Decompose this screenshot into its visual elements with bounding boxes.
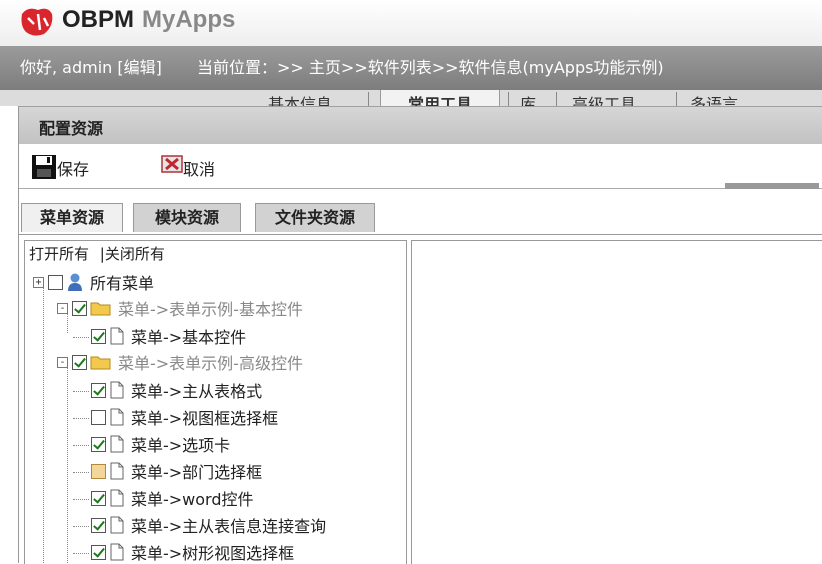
folder-icon [90,356,111,370]
tree-leaf: 菜单->基本控件 [91,325,246,347]
top-brand-bar: OBPM MyApps [0,0,822,46]
floppy-disk-icon [32,155,56,179]
document-icon [110,435,124,453]
tree-node-label[interactable]: 菜单->主从表格式 [131,378,262,402]
tree-node-label[interactable]: 菜单->树形视图选择框 [131,540,294,564]
tree-node-label[interactable]: 菜单->基本控件 [131,324,246,348]
tree-connector [67,367,68,564]
tree-checkbox[interactable] [91,544,106,560]
tree-node-label[interactable]: 菜单->表单示例-高级控件 [118,350,303,374]
tree-node-label[interactable]: 菜单->表单示例-基本控件 [118,296,303,320]
tab-menu-resources[interactable]: 菜单资源 [21,203,123,232]
document-icon [110,489,124,507]
tree-checkbox[interactable] [91,490,106,506]
tree-leaf: 菜单->树形视图选择框 [91,541,294,563]
resource-tabs: 菜单资源 模块资源 文件夹资源 [19,200,822,235]
tree-connector [73,499,89,500]
tab-multi-language[interactable]: 多语言 [690,90,738,106]
tree-toolbar: 打开所有 |关闭所有 [29,243,165,264]
tree-checkbox[interactable] [91,463,106,479]
tree-connector [73,445,89,446]
tab-common-tools[interactable]: 常用工具 [380,90,500,106]
tree-checkbox[interactable] [91,409,106,425]
open-all-link[interactable]: 打开所有 [29,245,89,263]
tree-leaf: 菜单->主从表信息连接查询 [91,514,326,536]
breadcrumb: 当前位置：>> 主页>>软件列表>>软件信息(myApps功能示例) [197,58,664,77]
collapse-toggle[interactable]: - [57,356,68,368]
expand-toggle[interactable]: + [33,276,44,288]
cancel-button[interactable]: 取消 [161,150,215,180]
document-icon [110,543,124,561]
close-all-link[interactable]: 关闭所有 [105,245,165,263]
tree-connector [43,277,44,564]
tree-root: + 所有菜单 [33,271,154,293]
tree-connector [73,337,89,338]
tree-checkbox[interactable] [91,328,106,344]
tab-separator [368,92,369,106]
resource-detail-panel [411,240,822,564]
collapse-toggle[interactable]: - [57,302,68,314]
info-bar: 你好, admin [编辑] 当前位置：>> 主页>>软件列表>>软件信息(my… [0,46,822,90]
top-tab-strip: 基本信息 常用工具 库 高级工具 多语言 [0,90,822,106]
tab-advanced-tools[interactable]: 高级工具 [572,90,636,106]
edit-profile-link[interactable]: [编辑] [117,58,162,77]
tab-separator [676,92,677,106]
tree-connector [73,418,89,419]
tree-leaf: 菜单->部门选择框 [91,460,262,482]
tree-leaf: 菜单->视图框选择框 [91,406,278,428]
tree-node-label[interactable]: 菜单->部门选择框 [131,459,262,483]
tree-checkbox[interactable] [91,517,106,533]
folder-icon [90,302,111,316]
tree-node-label[interactable]: 菜单->选项卡 [131,432,230,456]
tab-separator [556,92,557,106]
tab-folder-resources[interactable]: 文件夹资源 [255,203,375,232]
horizontal-scrollbar-thumb[interactable] [725,183,819,189]
tree-leaf: 菜单->主从表格式 [91,379,262,401]
panel-header: 配置资源 [19,106,822,145]
document-icon [110,408,124,426]
tab-module-resources[interactable]: 模块资源 [133,203,241,232]
tree-node-label[interactable]: 菜单->视图框选择框 [131,405,278,429]
tree-connector [73,526,89,527]
tree-connector [73,472,89,473]
logo-icon [21,8,53,36]
save-label: 保存 [57,160,90,179]
tab-library[interactable]: 库 [520,90,536,106]
tree-checkbox[interactable] [91,436,106,452]
panel-title: 配置资源 [39,119,104,138]
tree-node-label[interactable]: 菜单->主从表信息连接查询 [131,513,326,537]
tree-node-group: - 菜单->表单示例-基本控件 [57,297,303,319]
tree-checkbox[interactable] [72,300,87,316]
config-resource-panel: 配置资源 保存 取消 菜单资源 模块资源 文件夹资源 打开所有 |关闭所有 + … [18,106,822,564]
cancel-icon [161,155,183,173]
user-icon [68,273,82,291]
toolbar: 保存 取消 [19,144,822,189]
save-button[interactable]: 保存 [31,150,89,180]
tree-node-label[interactable]: 所有菜单 [90,270,154,294]
tree-node-group: - 菜单->表单示例-高级控件 [57,351,303,373]
cancel-label: 取消 [183,160,216,179]
menu-tree-panel: 打开所有 |关闭所有 + 所有菜单 - 菜单->表单示例-基本控件 菜单->基本… [24,240,407,564]
brand-title: OBPM MyApps [62,6,236,33]
tree-connector [73,391,89,392]
tab-separator [508,92,509,106]
tree-leaf: 菜单->选项卡 [91,433,230,455]
document-icon [110,327,124,345]
tree-checkbox[interactable] [72,354,87,370]
tree-checkbox[interactable] [48,274,63,290]
document-icon [110,462,124,480]
tab-basic-info[interactable]: 基本信息 [268,90,332,106]
document-icon [110,516,124,534]
document-icon [110,381,124,399]
user-greeting: 你好, admin [编辑] [20,58,162,77]
tree-leaf: 菜单->word控件 [91,487,254,509]
tree-checkbox[interactable] [91,382,106,398]
tree-node-label[interactable]: 菜单->word控件 [131,486,254,510]
tree-connector [73,553,89,554]
